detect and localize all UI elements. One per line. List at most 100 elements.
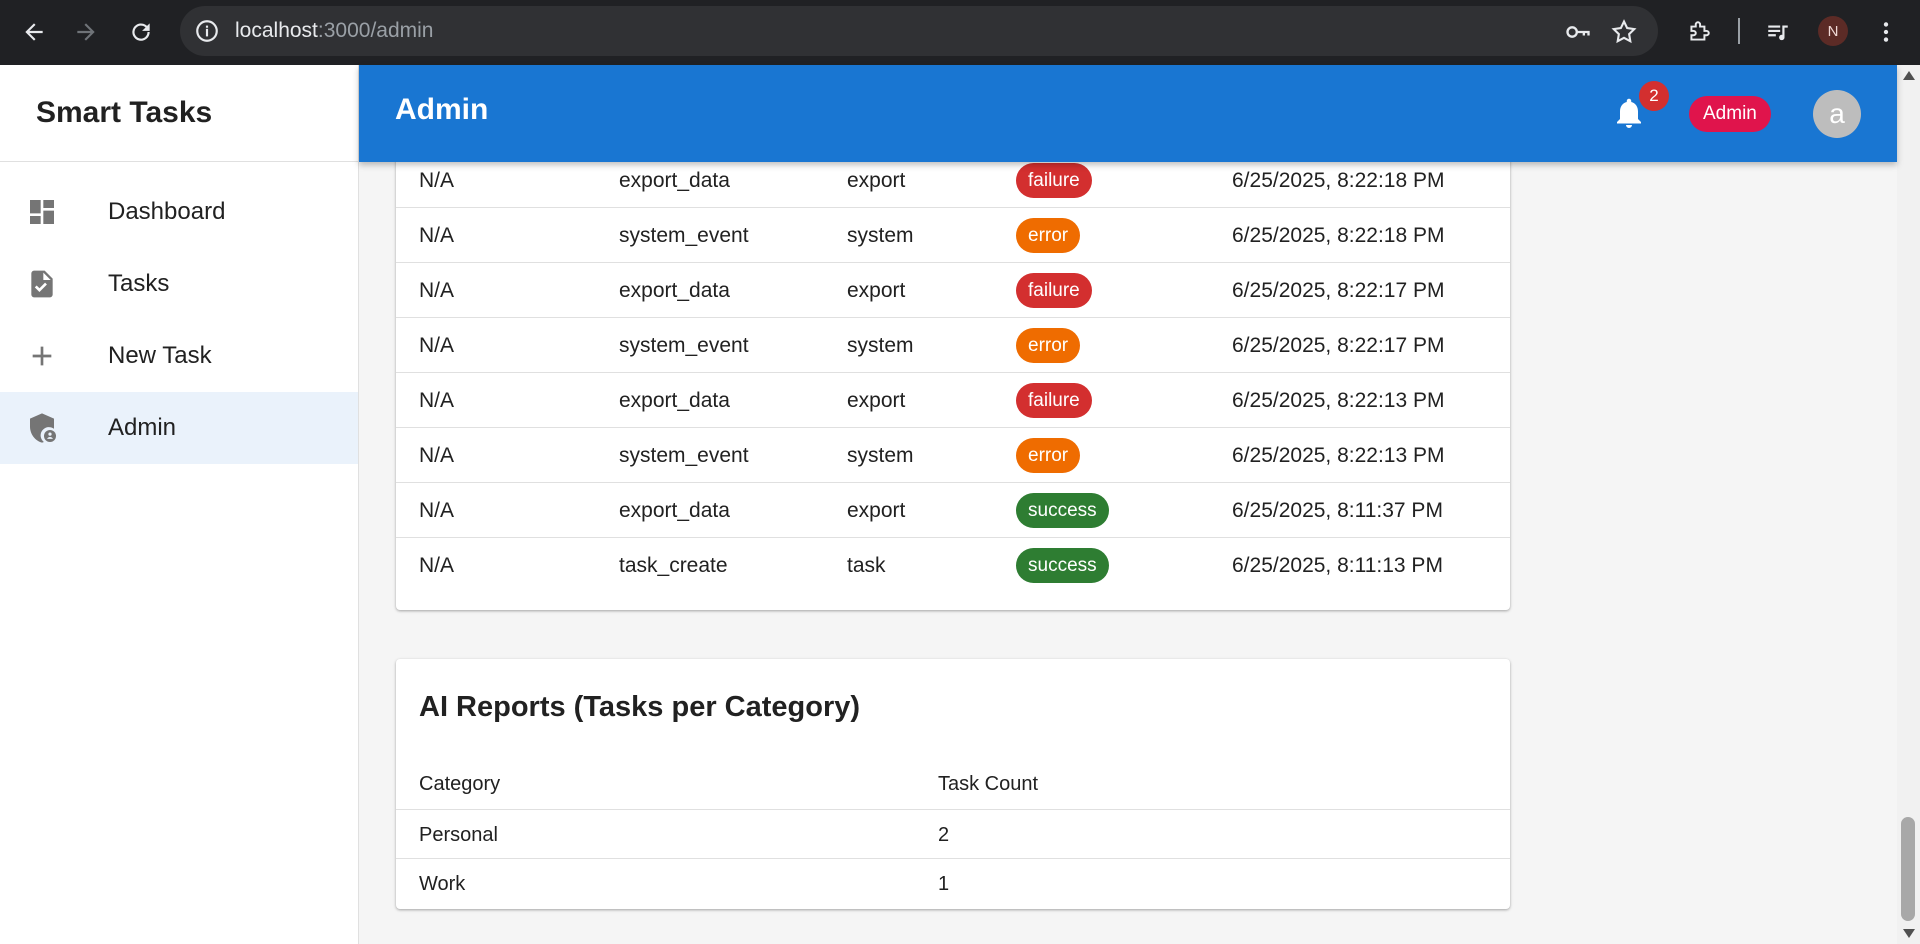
category-cell: system [847, 224, 914, 247]
app-brand: Smart Tasks [0, 65, 358, 162]
profile-avatar[interactable]: N [1818, 16, 1848, 46]
action-cell: export_data [619, 169, 730, 192]
notification-badge: 2 [1639, 81, 1669, 111]
table-row: N/A system_event system error 6/25/2025, 8:2… [396, 317, 1510, 372]
status-cell: success [1016, 548, 1109, 583]
scroll-up-arrow-icon[interactable] [1903, 71, 1915, 80]
sidebar-item-label: Tasks [108, 270, 170, 297]
table-row: N/A system_event system error 6/25/2025, 8:2… [396, 207, 1510, 262]
category-cell: Work [419, 873, 466, 895]
arrow-left-icon [25, 23, 43, 41]
timestamp-cell: 6/25/2025, 8:11:37 PM [1232, 499, 1443, 522]
action-cell: system_event [619, 444, 749, 467]
status-cell: failure [1016, 383, 1092, 418]
user-cell: N/A [419, 224, 455, 247]
timestamp-cell: 6/25/2025, 8:22:18 PM [1232, 169, 1445, 192]
status-cell: failure [1016, 273, 1092, 308]
status-cell: failure [1016, 163, 1092, 198]
user-cell: N/A [419, 169, 455, 192]
table-row: N/A export_data export success 6/25/2025, 8:… [396, 482, 1510, 537]
status-cell: error [1016, 438, 1081, 473]
section-title: AI Reports (Tasks per Category) [419, 691, 861, 723]
table-row: N/A export_data export failure 6/25/2025, 8:… [396, 372, 1510, 427]
media-queue-icon [1768, 25, 1788, 41]
app-header: Admin 2 Admin a [359, 65, 1897, 162]
dashboard-icon [30, 200, 54, 224]
url-text: localhost:3000/admin [235, 19, 434, 42]
table-row: N/A task_create task success 6/25/2025, 8:11… [396, 537, 1510, 592]
column-header-category: Category [419, 773, 501, 795]
page-title: Admin [395, 93, 489, 126]
user-cell: N/A [419, 499, 455, 522]
status-badge: failure [1016, 383, 1092, 418]
toolbar-separator [1738, 18, 1740, 44]
action-cell: export_data [619, 279, 730, 302]
table-row: N/A export_data export failure 6/25/2025, 8:… [396, 262, 1510, 317]
main-content: N/A export_data export failure 6/25/2025, 8:… [359, 162, 1897, 944]
reload-icon [132, 23, 150, 41]
task-file-icon [31, 270, 53, 298]
scroll-down-arrow-icon[interactable] [1903, 929, 1915, 938]
sidebar-item-dashboard[interactable]: Dashboard [0, 176, 358, 248]
table-row: Personal 2 [396, 809, 1510, 858]
status-badge: error [1016, 328, 1081, 363]
timestamp-cell: 6/25/2025, 8:22:18 PM [1232, 224, 1445, 247]
ai-reports-card: AI Reports (Tasks per Category) Category… [396, 659, 1510, 909]
activity-logs-card: N/A export_data export failure 6/25/2025, 8:… [396, 162, 1510, 610]
timestamp-cell: 6/25/2025, 8:22:13 PM [1232, 444, 1445, 467]
count-cell: 1 [938, 873, 950, 895]
user-cell: N/A [419, 279, 455, 302]
extensions-button[interactable] [1677, 10, 1721, 54]
scroll-thumb[interactable] [1901, 817, 1915, 921]
sidebar-item-new-task[interactable]: New Task [0, 320, 358, 392]
bookmark-star-icon[interactable] [1610, 18, 1638, 46]
sidebar-item-admin[interactable]: Admin [0, 392, 358, 464]
puzzle-icon [1690, 21, 1710, 41]
reload-button[interactable] [119, 10, 163, 54]
status-badge: failure [1016, 273, 1092, 308]
status-badge: success [1016, 493, 1109, 528]
user-cell: N/A [419, 334, 455, 357]
status-cell: error [1016, 218, 1081, 253]
user-cell: N/A [419, 554, 455, 577]
timestamp-cell: 6/25/2025, 8:22:17 PM [1232, 334, 1445, 357]
table-row: Work 1 [396, 858, 1510, 907]
table-row: N/A system_event system error 6/25/2025, 8:2… [396, 427, 1510, 482]
sidebar-item-tasks[interactable]: Tasks [0, 248, 358, 320]
category-cell: export [847, 389, 906, 412]
sidebar-item-label: Dashboard [108, 198, 226, 225]
user-cell: N/A [419, 389, 455, 412]
sidebar-item-label: Admin [108, 414, 177, 441]
forward-button[interactable] [64, 10, 108, 54]
plus-icon [32, 346, 52, 366]
action-cell: system_event [619, 224, 749, 247]
action-cell: export_data [619, 499, 730, 522]
avatar[interactable]: a [1813, 90, 1861, 138]
timestamp-cell: 6/25/2025, 8:11:13 PM [1232, 554, 1443, 577]
page-scrollbar[interactable] [1897, 65, 1920, 944]
table-row: N/A export_data export failure 6/25/2025, 8:… [396, 162, 1510, 207]
status-badge: error [1016, 438, 1081, 473]
status-badge: error [1016, 218, 1081, 253]
table-header-row: Category Task Count [396, 759, 1510, 809]
media-controls-button[interactable] [1756, 10, 1800, 54]
kebab-menu-icon [1883, 22, 1889, 42]
category-cell: system [847, 444, 914, 467]
status-badge: success [1016, 548, 1109, 583]
category-cell: Personal [419, 824, 498, 846]
category-cell: export [847, 169, 906, 192]
browser-menu-button[interactable] [1864, 10, 1908, 54]
site-info-icon[interactable] [194, 18, 220, 44]
status-cell: success [1016, 493, 1109, 528]
column-header-task-count: Task Count [938, 773, 1039, 795]
timestamp-cell: 6/25/2025, 8:22:13 PM [1232, 389, 1445, 412]
status-badge: failure [1016, 163, 1092, 198]
category-cell: system [847, 334, 914, 357]
back-button[interactable] [12, 10, 56, 54]
address-bar[interactable]: localhost:3000/admin [180, 6, 1658, 56]
status-cell: error [1016, 328, 1081, 363]
password-key-icon[interactable] [1564, 18, 1592, 46]
sidebar-item-label: New Task [108, 342, 212, 369]
action-cell: export_data [619, 389, 730, 412]
count-cell: 2 [938, 824, 950, 846]
